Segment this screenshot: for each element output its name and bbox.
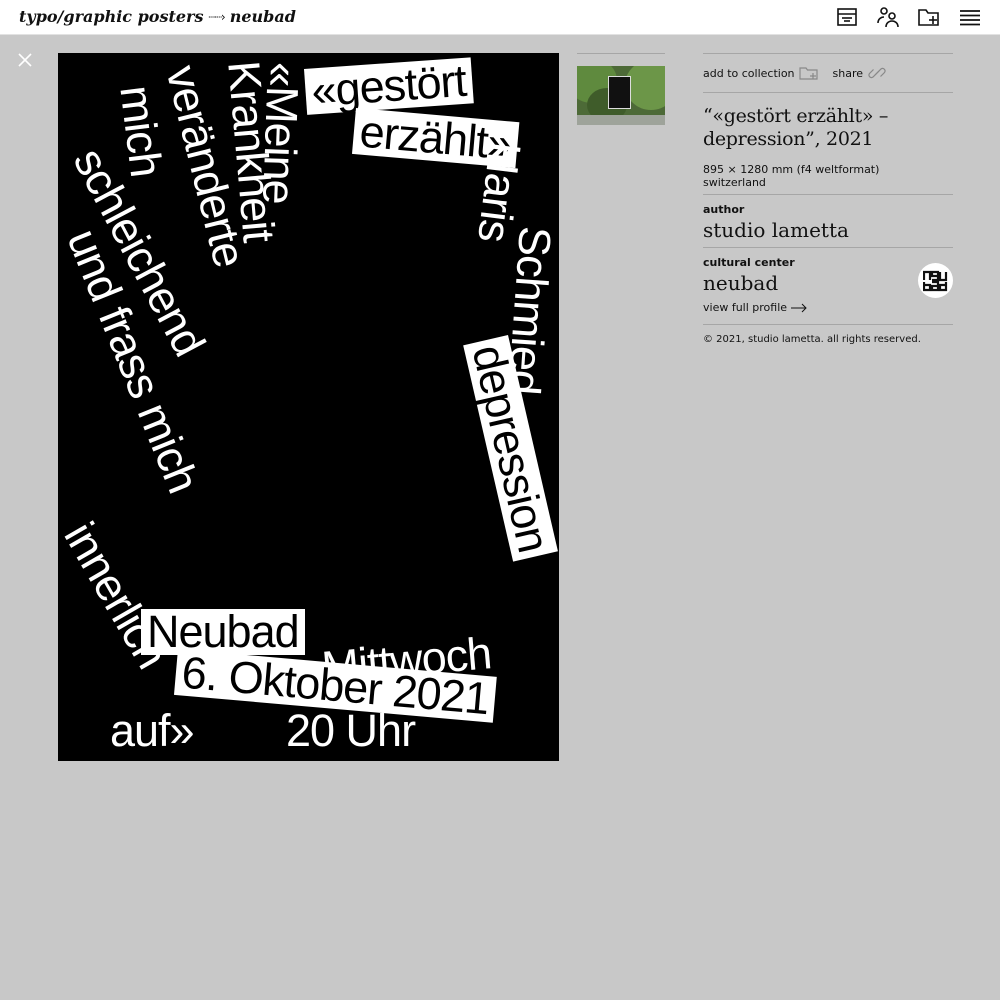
share-button[interactable]: share <box>833 65 888 81</box>
poster-image[interactable]: «gestört erzählt» «Meine Krankheit verän… <box>58 53 559 761</box>
poster-title-line: “«gestört erzählt» – <box>703 105 889 127</box>
add-to-collection-label: add to collection <box>703 66 795 80</box>
foliage <box>625 66 665 110</box>
add-folder-icon <box>798 67 818 80</box>
poster-thumbnail[interactable] <box>577 66 665 125</box>
close-icon[interactable] <box>16 51 34 69</box>
arrow-right-icon <box>791 303 807 312</box>
link-icon <box>868 67 886 79</box>
breadcrumb-arrow-icon: ┈┈› <box>208 9 225 24</box>
info-panel: add to collection share “«gestört erzähl… <box>703 53 953 345</box>
thumbnail-poster <box>608 76 631 109</box>
poster-title: “«gestört erzählt» – depression”, 2021 <box>703 105 953 151</box>
thumbnail-ground <box>577 115 665 125</box>
cultural-center-logo[interactable] <box>918 263 953 298</box>
poster-meta: 895 × 1280 mm (f4 weltformat) switzerlan… <box>703 163 953 189</box>
author-name[interactable]: studio lametta <box>703 218 953 242</box>
cultural-center-name[interactable]: neubad <box>703 271 953 295</box>
add-to-collection-button[interactable]: add to collection <box>703 65 819 81</box>
people-icon[interactable] <box>876 5 900 29</box>
poster-text-line: 20 Uhr <box>286 705 416 756</box>
poster-actions: add to collection share <box>703 54 953 92</box>
divider <box>703 194 953 195</box>
poster-text-line: Neubad <box>141 609 305 655</box>
share-label: share <box>832 66 864 80</box>
cultural-center-section: cultural center neubad view full profile <box>703 256 953 314</box>
divider <box>703 324 953 325</box>
view-full-profile-label: view full profile <box>703 301 788 314</box>
add-folder-icon[interactable] <box>917 5 941 29</box>
breadcrumb: typo/graphic posters ┈┈› neubad <box>19 7 296 26</box>
divider <box>703 92 953 93</box>
thumbnail-divider <box>577 53 665 54</box>
poster-country: switzerland <box>703 176 766 189</box>
breadcrumb-root[interactable]: typo/graphic posters <box>19 7 203 26</box>
poster-text-line: «gestört <box>304 55 474 116</box>
poster-text-line: auf» <box>110 705 195 756</box>
view-full-profile-link[interactable]: view full profile <box>703 301 953 314</box>
top-bar: typo/graphic posters ┈┈› neubad <box>0 0 1000 35</box>
archive-icon[interactable] <box>835 5 859 29</box>
copyright-notice: © 2021, studio lametta. all rights reser… <box>703 334 921 345</box>
divider <box>703 247 953 248</box>
author-label: author <box>703 203 745 216</box>
poster-title-line: depression”, 2021 <box>703 128 874 150</box>
menu-icon[interactable] <box>958 5 982 29</box>
cultural-center-label: cultural center <box>703 256 795 269</box>
breadcrumb-current[interactable]: neubad <box>230 7 296 26</box>
header-icons <box>835 5 982 29</box>
poster-size: 895 × 1280 mm (f4 weltformat) <box>703 163 880 176</box>
